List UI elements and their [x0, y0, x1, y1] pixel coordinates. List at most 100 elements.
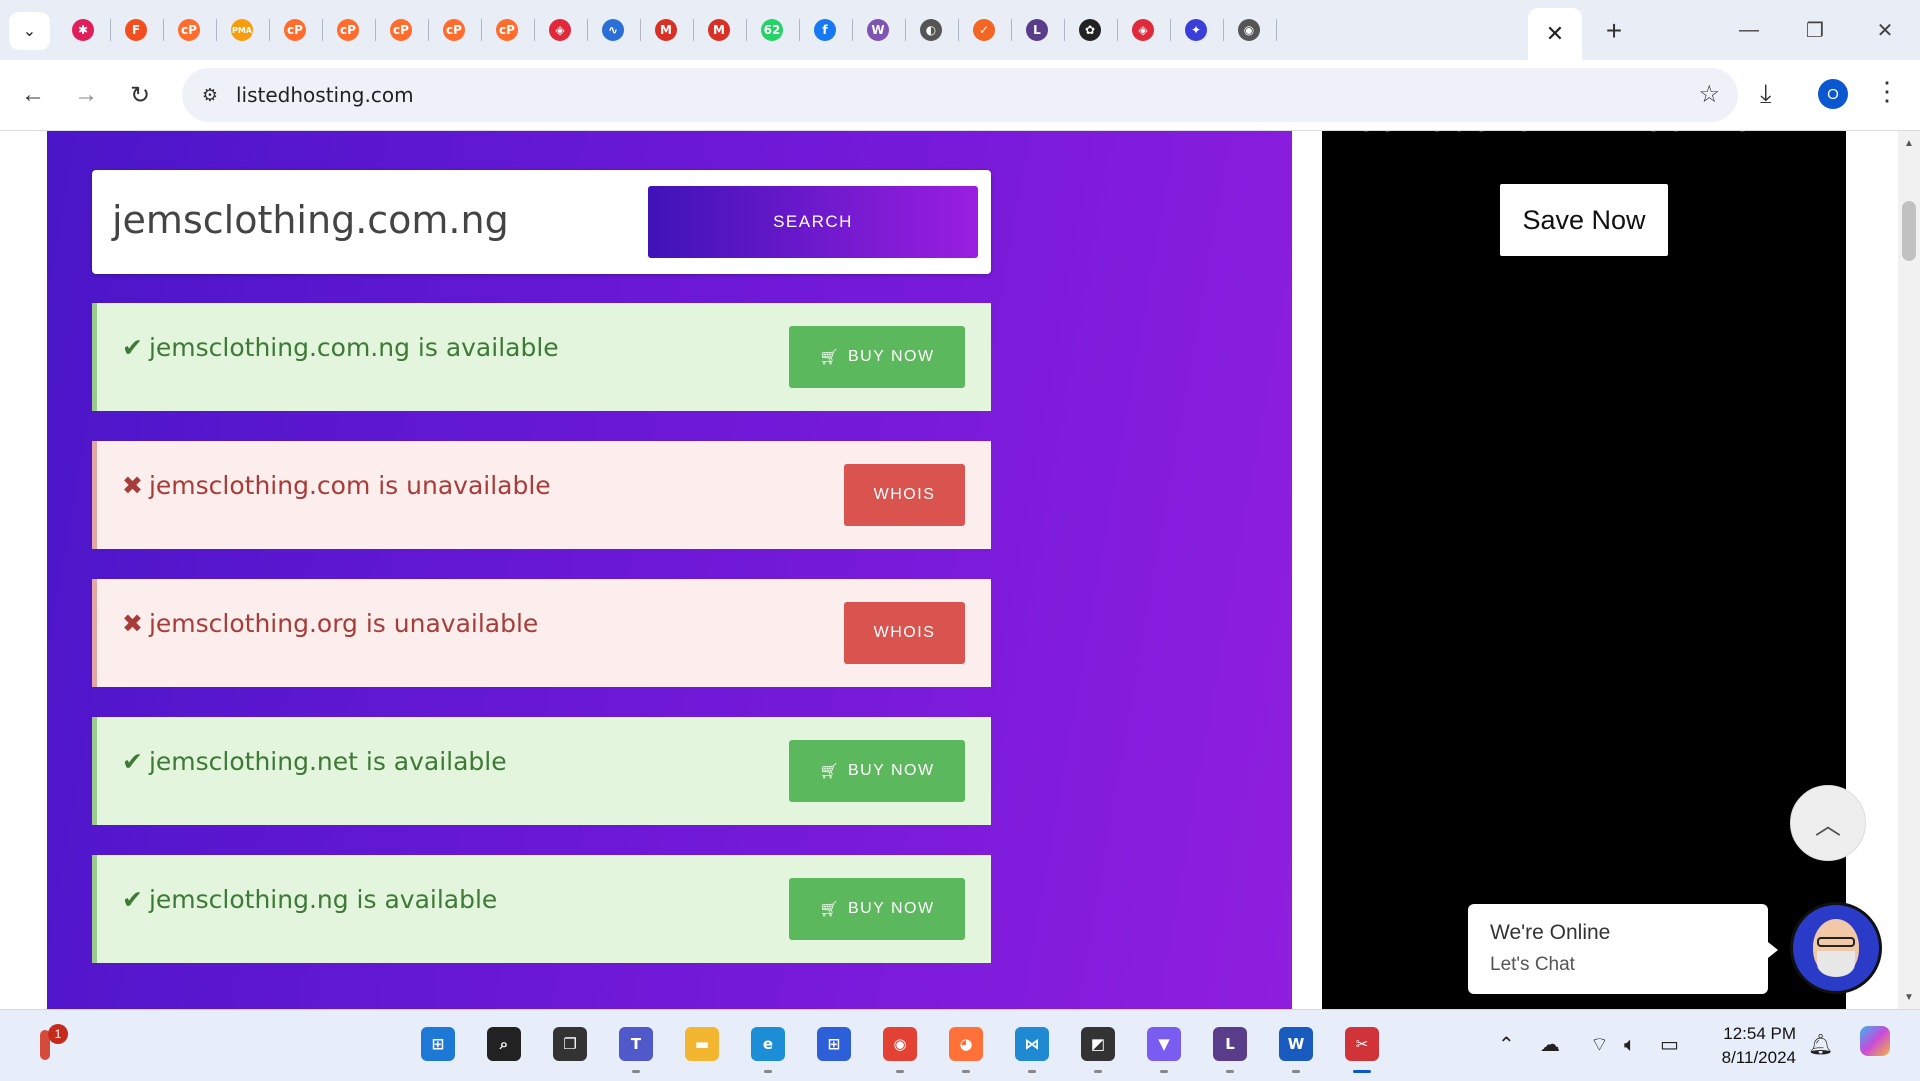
windows-start-icon[interactable]: ⊞: [418, 1024, 458, 1064]
restore-icon[interactable]: ❐: [1790, 12, 1840, 48]
chat-bubble[interactable]: We're Online Let's Chat: [1468, 904, 1778, 994]
whatsapp-icon[interactable]: 62: [757, 15, 787, 45]
scroll-up-arrow-icon[interactable]: ▲: [1898, 133, 1920, 153]
clockify-icon[interactable]: L: [1022, 15, 1052, 45]
openai-icon[interactable]: ✿: [1075, 15, 1105, 45]
vpn-icon[interactable]: ▼: [1144, 1024, 1184, 1064]
task-view-icon[interactable]: ❐: [550, 1024, 590, 1064]
chrome-icon-glyph: ◉: [1238, 19, 1260, 41]
whois-button[interactable]: WHOIS: [844, 464, 965, 526]
download-icon[interactable]: ⤓: [1760, 78, 1772, 110]
wifi-icon[interactable]: ⌔: [1590, 1032, 1609, 1057]
file-explorer-icon[interactable]: ▬: [682, 1024, 722, 1064]
minimize-icon[interactable]: —: [1724, 12, 1774, 48]
buy-now-button[interactable]: 🛒︎ BUY NOW: [789, 740, 965, 802]
cube-icon[interactable]: ◈: [1128, 15, 1158, 45]
snipping-tool-icon[interactable]: ✂: [1342, 1024, 1382, 1064]
page-scrollbar[interactable]: ▲ ▼: [1898, 131, 1920, 1009]
copilot-icon[interactable]: [1860, 1026, 1890, 1061]
volume-icon[interactable]: 🔈︎: [1624, 1032, 1636, 1056]
save-now-button[interactable]: Save Now: [1500, 184, 1668, 256]
forward-arrow-icon[interactable]: →: [68, 77, 104, 113]
domain-result-row: ✔ jemsclothing.ng is available 🛒︎ BUY NOW: [92, 855, 991, 963]
weather-widget[interactable]: 1: [28, 1024, 68, 1066]
openai-icon-glyph: ✿: [1079, 19, 1101, 41]
reload-icon[interactable]: ↻: [122, 77, 158, 113]
cpanel-icon[interactable]: cP: [386, 15, 416, 45]
domain-search-panel: jemsclothing.com.ng SEARCH ✔ jemsclothing…: [47, 131, 1292, 1009]
edge-icon[interactable]: e: [748, 1024, 788, 1064]
firefox-icon[interactable]: ◕: [946, 1024, 986, 1064]
figma-icon[interactable]: F: [121, 15, 151, 45]
active-tab-close-button[interactable]: ✕: [1528, 8, 1582, 60]
tab-separator: [693, 19, 694, 41]
battery-icon[interactable]: ▭: [1660, 1032, 1679, 1056]
scroll-to-top-button[interactable]: ︿: [1790, 785, 1866, 861]
cube-icon[interactable]: ◈: [545, 15, 575, 45]
edge-icon-glyph: e: [751, 1027, 785, 1061]
tab-separator: [746, 19, 747, 41]
scrollbar-thumb[interactable]: [1902, 201, 1916, 261]
teams-icon[interactable]: T: [616, 1024, 656, 1064]
cpanel-icon[interactable]: cP: [333, 15, 363, 45]
woocommerce-icon[interactable]: W: [863, 15, 893, 45]
woocommerce-icon-glyph: W: [867, 19, 889, 41]
vscode-icon[interactable]: ⋈: [1012, 1024, 1052, 1064]
facebook-icon-glyph: f: [814, 19, 836, 41]
cpanel-icon[interactable]: cP: [280, 15, 310, 45]
buy-now-button[interactable]: 🛒︎ BUY NOW: [789, 878, 965, 940]
notification-badge: 1: [48, 1024, 68, 1044]
windows-taskbar: 1 ⊞ ⌕ ❐ T ▬ e ⊞ ◉ ◕ ⋈ ◩ ▼ L W ✂ ⌃ ☁ ⌔ 🔈︎ ▭ 12:54 PM 8/…: [0, 1009, 1920, 1081]
show-hidden-icons-chevron-icon[interactable]: ⌃: [1498, 1032, 1515, 1056]
gmail-icon[interactable]: M: [704, 15, 734, 45]
waveform-icon[interactable]: ∿: [598, 15, 628, 45]
clockify-icon[interactable]: L: [1210, 1024, 1250, 1064]
bookmark-star-icon[interactable]: ☆: [1698, 80, 1720, 109]
buy-now-button[interactable]: 🛒︎ BUY NOW: [789, 326, 965, 388]
running-indicator: [632, 1070, 640, 1073]
gmail-icon[interactable]: M: [651, 15, 681, 45]
profile-avatar[interactable]: O: [1818, 79, 1848, 109]
running-indicator: [764, 1070, 772, 1073]
ai-sparkle-icon[interactable]: ✦: [1181, 15, 1211, 45]
clock-date: 8/11/2024: [1721, 1048, 1796, 1067]
running-indicator: [1094, 1070, 1102, 1073]
phpmyadmin-icon[interactable]: PMA: [227, 15, 257, 45]
browser-menu-icon[interactable]: ⋮: [1874, 76, 1900, 107]
microsoft-store-icon[interactable]: ⊞: [814, 1024, 854, 1064]
url-text[interactable]: listedhosting.com: [236, 83, 414, 107]
cube-icon-glyph: ◈: [1132, 19, 1154, 41]
cpanel-icon[interactable]: cP: [174, 15, 204, 45]
ai-sparkle-icon-glyph: ✦: [1185, 19, 1207, 41]
chat-avatar-button[interactable]: [1790, 902, 1882, 994]
tab-separator: [481, 19, 482, 41]
sticky-notes-icon[interactable]: ◩: [1078, 1024, 1118, 1064]
back-arrow-icon[interactable]: ←: [15, 77, 51, 113]
close-icon: ✕: [1545, 21, 1565, 46]
window-close-icon[interactable]: ✕: [1860, 12, 1910, 48]
cpanel-icon[interactable]: cP: [492, 15, 522, 45]
cpanel-icon-glyph: cP: [178, 19, 200, 41]
site-info-icon[interactable]: ⚙: [196, 81, 224, 109]
orange-app-icon[interactable]: ✓: [969, 15, 999, 45]
onedrive-offline-icon[interactable]: ☁: [1540, 1032, 1560, 1056]
facebook-icon[interactable]: f: [810, 15, 840, 45]
domain-search-input[interactable]: jemsclothing.com.ng: [112, 198, 509, 242]
domain-result-text: ✖ jemsclothing.com is unavailable: [122, 471, 551, 500]
new-tab-button[interactable]: +: [1596, 14, 1632, 48]
search-button[interactable]: SEARCH: [648, 186, 978, 258]
globe-icon[interactable]: ◐: [916, 15, 946, 45]
address-bar[interactable]: ⚙ listedhosting.com ☆: [182, 68, 1738, 122]
domain-search-form: jemsclothing.com.ng SEARCH: [92, 170, 991, 274]
cpanel-icon[interactable]: cP: [439, 15, 469, 45]
whois-button[interactable]: WHOIS: [844, 602, 965, 664]
system-clock[interactable]: 12:54 PM 8/11/2024: [1700, 1022, 1796, 1070]
slack-icon[interactable]: ✱: [68, 15, 98, 45]
chrome-icon[interactable]: ◉: [880, 1024, 920, 1064]
notification-bell-icon[interactable]: 🔔︎: [1808, 1032, 1833, 1056]
scroll-down-arrow-icon[interactable]: ▼: [1898, 987, 1920, 1007]
tab-search-chevron-icon[interactable]: ⌄: [9, 12, 50, 50]
word-icon[interactable]: W: [1276, 1024, 1316, 1064]
search-icon[interactable]: ⌕: [484, 1024, 524, 1064]
chrome-icon[interactable]: ◉: [1234, 15, 1264, 45]
